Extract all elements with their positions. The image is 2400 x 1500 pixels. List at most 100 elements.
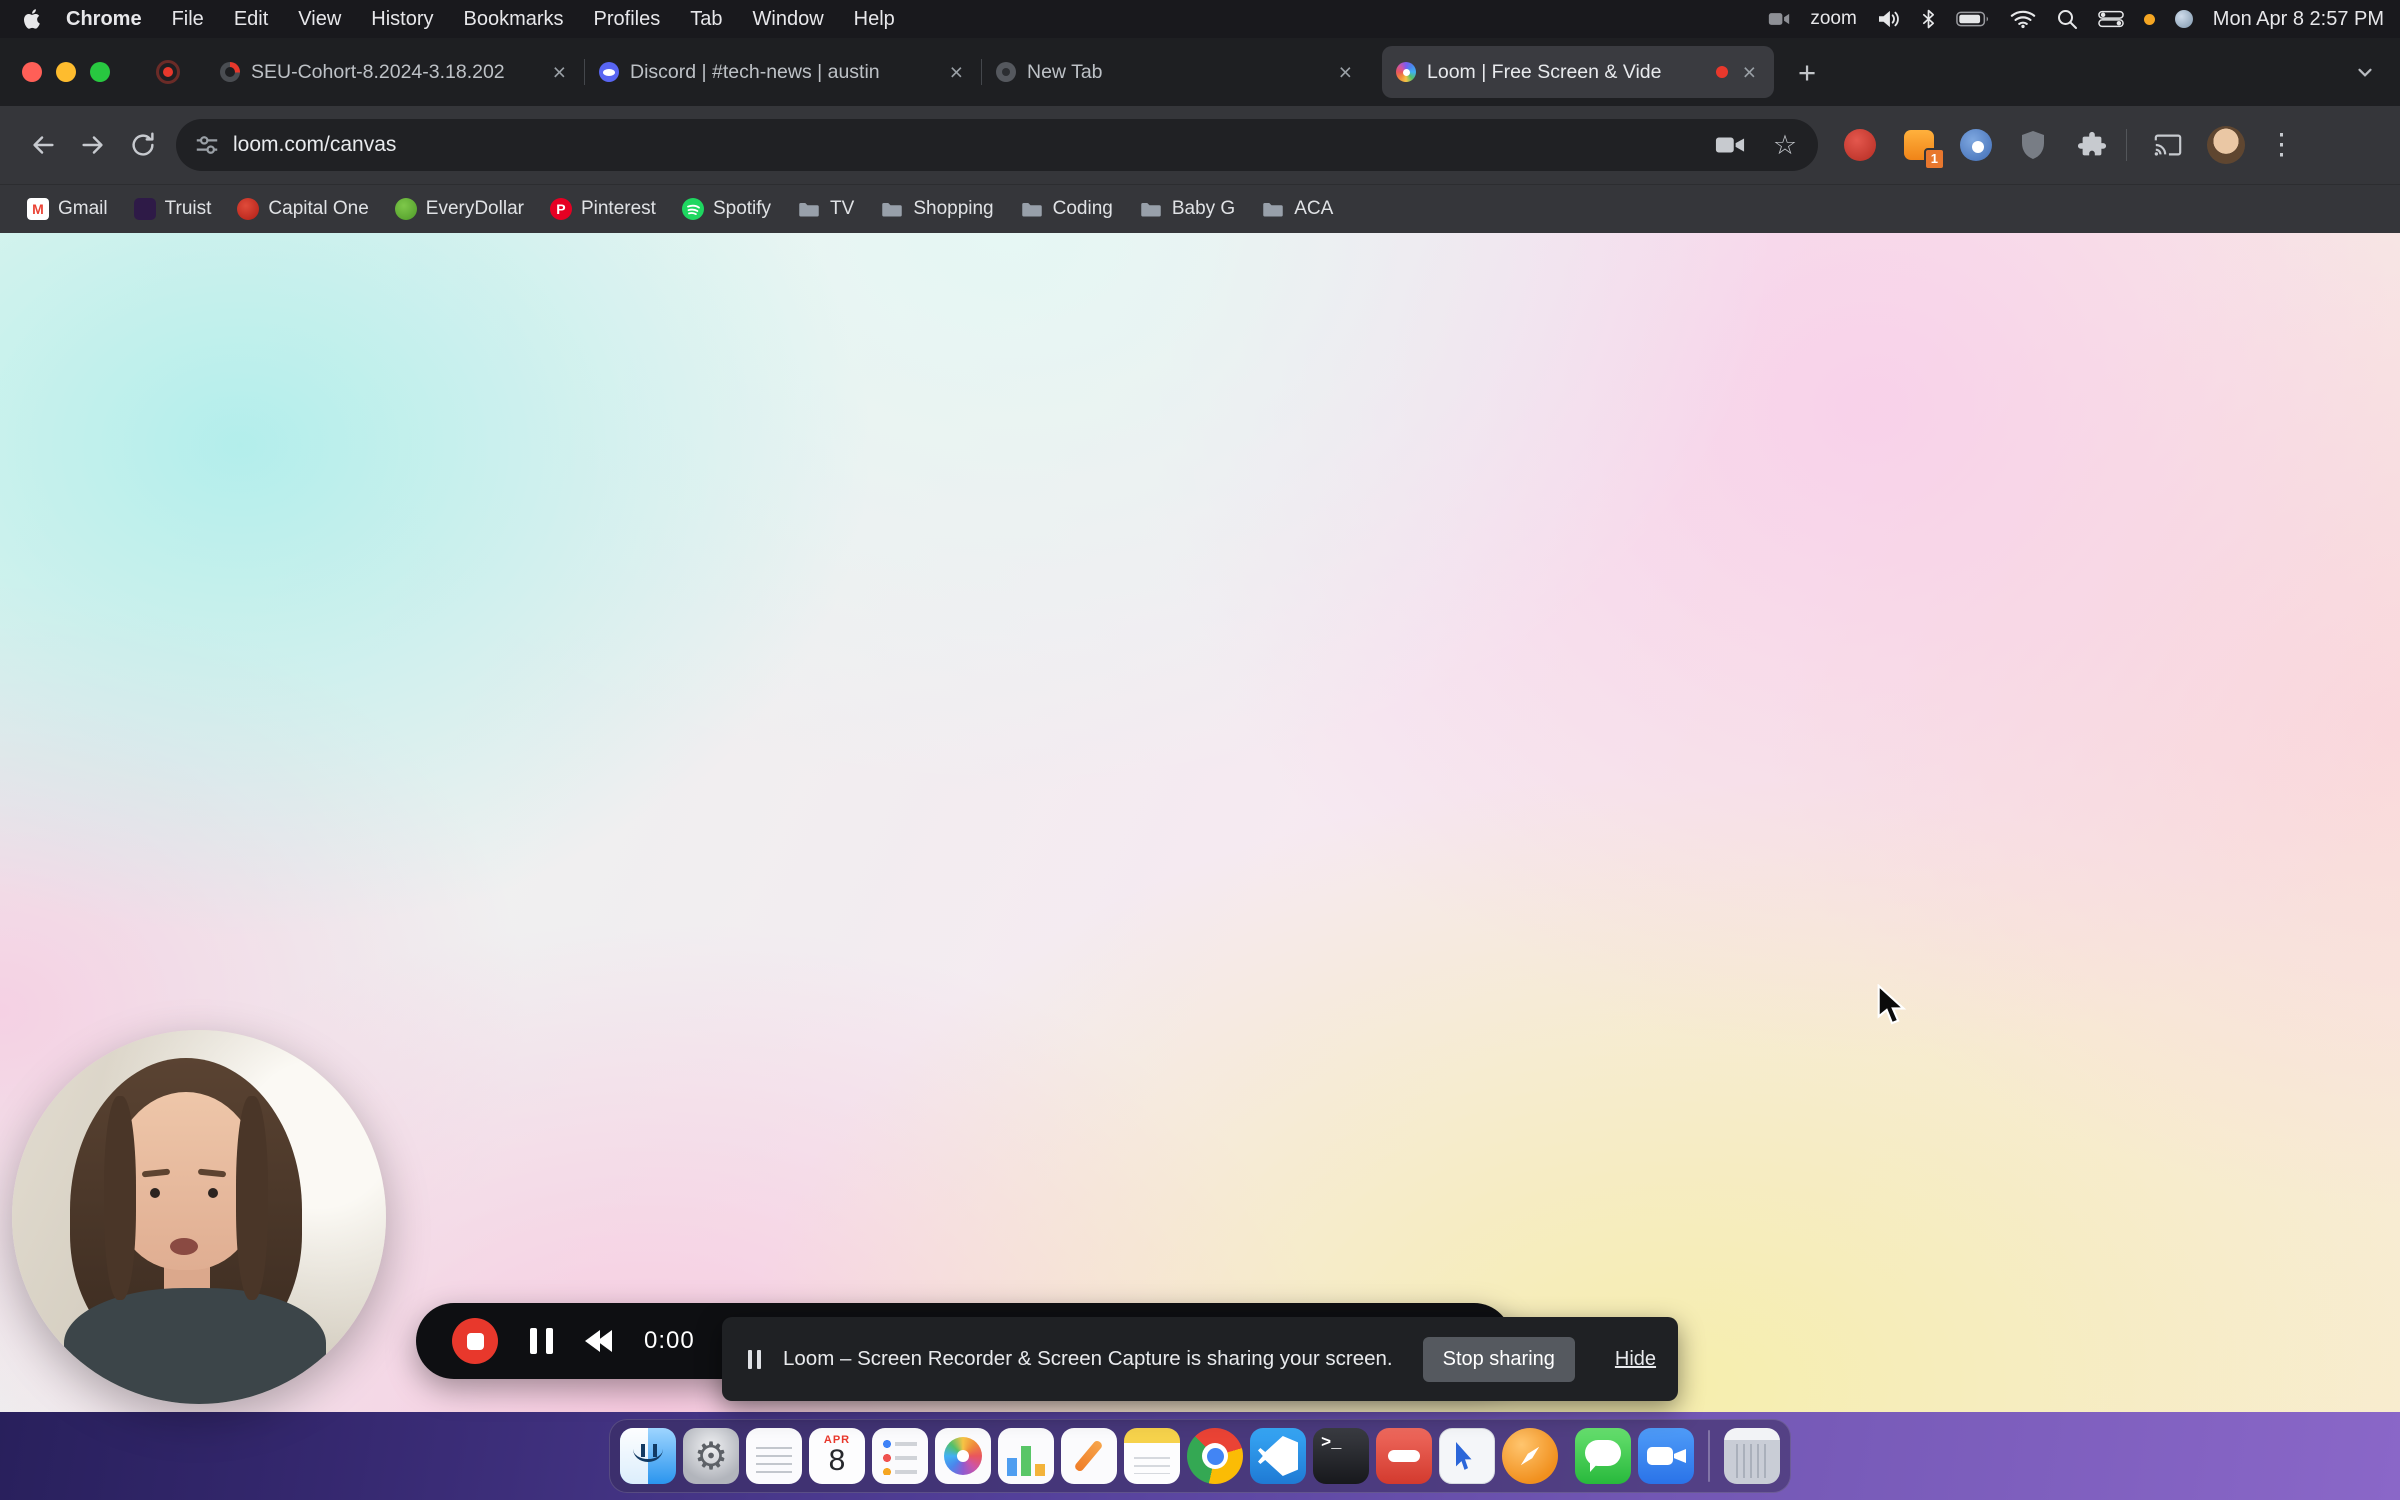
bookmark-label: Shopping [913, 198, 993, 220]
control-center-icon[interactable] [2098, 10, 2124, 28]
bookmark-gmail[interactable]: M Gmail [14, 191, 121, 227]
stop-recording-button[interactable] [452, 1318, 498, 1364]
bookmark-folder-shopping[interactable]: Shopping [867, 191, 1006, 227]
bookmark-folder-tv[interactable]: TV [784, 191, 867, 227]
tab-media-camera-icon[interactable] [1709, 124, 1751, 166]
bookmark-folder-coding[interactable]: Coding [1007, 191, 1126, 227]
pause-recording-button[interactable] [530, 1328, 553, 1354]
bookmark-star-icon[interactable]: ☆ [1764, 124, 1806, 166]
reload-button[interactable] [118, 120, 168, 170]
bookmark-capital-one[interactable]: Capital One [224, 191, 381, 227]
menu-view[interactable]: View [283, 8, 356, 31]
tab-search-button[interactable] [2354, 61, 2376, 83]
forward-button[interactable] [68, 120, 118, 170]
battery-icon[interactable] [1956, 10, 1990, 28]
tab-favicon [220, 62, 240, 82]
restart-recording-icon[interactable] [585, 1330, 612, 1352]
toolbar-separator [2126, 129, 2127, 161]
shield-extension-icon[interactable] [2015, 127, 2051, 163]
compass-browser-icon[interactable] [1502, 1428, 1558, 1484]
bookmark-label: Spotify [713, 198, 771, 220]
menubar-status-dot-icon[interactable] [2144, 14, 2155, 25]
site-settings-icon[interactable] [194, 132, 220, 158]
bookmark-label: Truist [165, 198, 212, 220]
new-tab-button[interactable]: + [1788, 57, 1826, 88]
url-text[interactable]: loom.com/canvas [233, 133, 1696, 157]
honey-extension-icon[interactable]: 1 [1901, 127, 1937, 163]
capital-one-icon [237, 198, 259, 220]
menubar-app-name[interactable]: Chrome [51, 8, 157, 31]
menu-profiles[interactable]: Profiles [579, 8, 676, 31]
tab-close-icon[interactable]: × [549, 61, 570, 84]
chrome-icon[interactable] [1187, 1428, 1243, 1484]
menu-bookmarks[interactable]: Bookmarks [449, 8, 579, 31]
back-button[interactable] [18, 120, 68, 170]
spotlight-icon[interactable] [2056, 8, 2078, 30]
menu-help[interactable]: Help [839, 8, 910, 31]
menu-window[interactable]: Window [738, 8, 839, 31]
zoom-menubar-label[interactable]: zoom [1810, 8, 1856, 30]
webcam-bubble[interactable] [12, 1030, 386, 1404]
menu-edit[interactable]: Edit [219, 8, 283, 31]
menubar-clock[interactable]: Mon Apr 8 2:57 PM [2213, 8, 2384, 31]
bluetooth-icon[interactable] [1921, 8, 1936, 30]
tab-close-icon[interactable]: × [946, 61, 967, 84]
camera-status-icon[interactable] [1768, 11, 1790, 27]
reminders-icon[interactable] [872, 1428, 928, 1484]
zoom-app-icon[interactable] [1638, 1428, 1694, 1484]
profile-avatar[interactable] [2207, 126, 2245, 164]
apple-menu-icon[interactable] [24, 8, 43, 30]
bookmark-label: Pinterest [581, 198, 656, 220]
window-minimize-button[interactable] [56, 62, 76, 82]
window-zoom-button[interactable] [90, 62, 110, 82]
tab-close-icon[interactable]: × [1335, 61, 1356, 84]
bookmark-label: EveryDollar [426, 198, 524, 220]
messages-icon[interactable] [1575, 1428, 1631, 1484]
red-utility-icon[interactable] [1376, 1428, 1432, 1484]
bookmark-pinterest[interactable]: P Pinterest [537, 191, 669, 227]
presenter-hair-strand [236, 1096, 268, 1300]
stop-sharing-button[interactable]: Stop sharing [1423, 1337, 1575, 1382]
textedit-icon[interactable] [746, 1428, 802, 1484]
tab-new-tab[interactable]: New Tab × [982, 46, 1370, 98]
bookmark-truist[interactable]: Truist [121, 191, 225, 227]
menu-file[interactable]: File [157, 8, 219, 31]
photos-icon[interactable] [935, 1428, 991, 1484]
recording-indicator-icon[interactable] [156, 60, 180, 84]
volume-icon[interactable] [1877, 9, 1901, 29]
wifi-icon[interactable] [2010, 9, 2036, 29]
presenter-mouth [170, 1238, 198, 1255]
terminal-icon[interactable]: >_ [1313, 1428, 1369, 1484]
menubar-app-icon[interactable] [2175, 10, 2193, 28]
address-bar[interactable]: loom.com/canvas ☆ [176, 119, 1818, 171]
extension-icon[interactable] [1960, 129, 1992, 161]
trash-icon[interactable] [1724, 1428, 1780, 1484]
bookmarks-bar: M Gmail Truist Capital One EveryDollar P… [0, 184, 2400, 233]
hide-banner-link[interactable]: Hide [1615, 1348, 1656, 1371]
tab-close-icon[interactable]: × [1739, 61, 1760, 84]
bookmark-spotify[interactable]: Spotify [669, 191, 784, 227]
tab-seu-cohort[interactable]: SEU-Cohort-8.2024-3.18.202 × [206, 46, 584, 98]
menu-history[interactable]: History [356, 8, 448, 31]
tab-loom-active[interactable]: Loom | Free Screen & Vide × [1382, 46, 1774, 98]
bookmark-everydollar[interactable]: EveryDollar [382, 191, 537, 227]
vscode-icon[interactable] [1250, 1428, 1306, 1484]
menu-tab[interactable]: Tab [675, 8, 737, 31]
bookmark-folder-aca[interactable]: ACA [1248, 191, 1346, 227]
tab-discord[interactable]: Discord | #tech-news | austin × [585, 46, 981, 98]
system-settings-icon[interactable]: ⚙ [683, 1428, 739, 1484]
pages-icon[interactable] [1061, 1428, 1117, 1484]
bookmark-folder-baby-g[interactable]: Baby G [1126, 191, 1248, 227]
notes-icon[interactable] [1124, 1428, 1180, 1484]
presenter-eye [150, 1188, 160, 1198]
finder-icon[interactable] [620, 1428, 676, 1484]
numbers-icon[interactable] [998, 1428, 1054, 1484]
adblock-extension-icon[interactable] [1842, 127, 1878, 163]
window-close-button[interactable] [22, 62, 42, 82]
calendar-icon[interactable]: APR 8 [809, 1428, 865, 1484]
pointer-tool-icon[interactable] [1439, 1428, 1495, 1484]
tab-favicon [996, 62, 1016, 82]
cast-icon[interactable] [2143, 120, 2193, 170]
browser-menu-icon[interactable]: ⋮ [2259, 131, 2304, 160]
extensions-puzzle-icon[interactable] [2074, 127, 2110, 163]
